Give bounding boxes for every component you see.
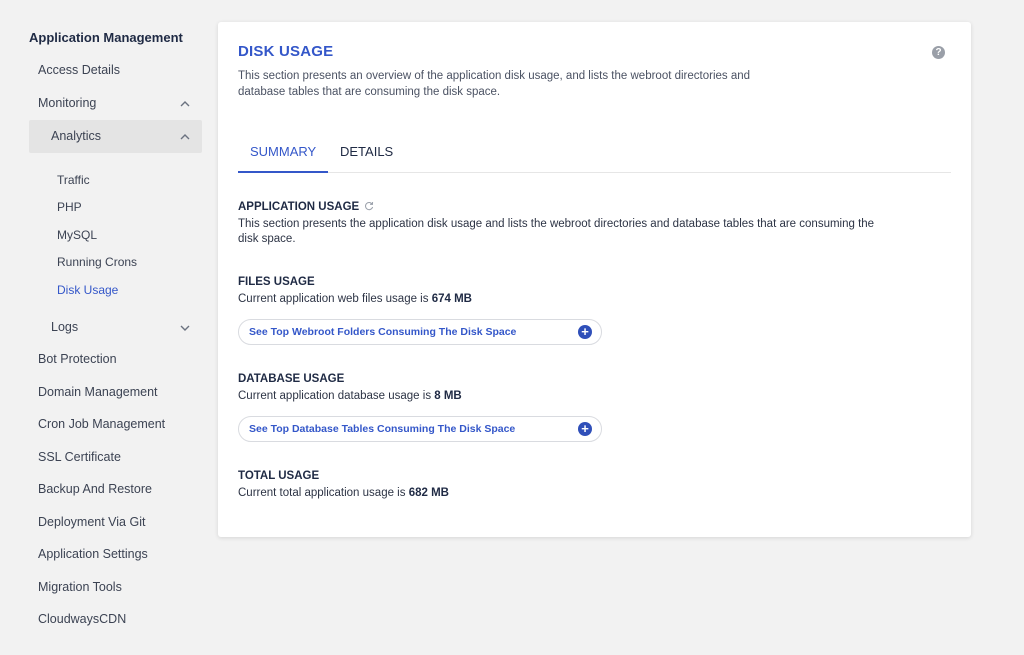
sidebar-item-bot-protection[interactable]: Bot Protection: [38, 352, 117, 366]
files-usage-heading: FILES USAGE: [238, 276, 315, 288]
page-title: DISK USAGE: [238, 43, 334, 60]
sidebar-item-migration-tools[interactable]: Migration Tools: [38, 580, 122, 594]
plus-circle-icon: +: [578, 325, 592, 339]
top-database-tables-button[interactable]: See Top Database Tables Consuming The Di…: [238, 416, 602, 442]
disk-usage-card: DISK USAGE ? This section presents an ov…: [218, 22, 971, 537]
active-tab-indicator: [238, 171, 328, 173]
top-webroot-folders-button[interactable]: See Top Webroot Folders Consuming The Di…: [238, 319, 602, 345]
files-usage-text: Current application web files usage is 6…: [238, 292, 472, 307]
sidebar: Application Management Access Details Mo…: [0, 0, 210, 655]
chevron-up-icon[interactable]: [178, 130, 192, 144]
sidebar-item-deployment-via-git[interactable]: Deployment Via Git: [38, 515, 145, 529]
total-usage-heading: TOTAL USAGE: [238, 470, 320, 482]
total-usage-value: 682 MB: [408, 487, 449, 499]
sidebar-item-domain-management[interactable]: Domain Management: [38, 385, 158, 399]
database-usage-heading: DATABASE USAGE: [238, 373, 345, 385]
chevron-down-icon[interactable]: [178, 321, 192, 335]
application-usage-title: APPLICATION USAGE: [238, 201, 360, 213]
sidebar-item-access-details[interactable]: Access Details: [38, 63, 120, 77]
sidebar-subitem-php[interactable]: PHP: [57, 200, 82, 214]
sidebar-item-application-settings[interactable]: Application Settings: [38, 547, 148, 561]
top-database-tables-label: See Top Database Tables Consuming The Di…: [249, 423, 516, 435]
plus-circle-icon: +: [578, 422, 592, 436]
chevron-up-icon[interactable]: [178, 97, 192, 111]
sidebar-subitem-disk-usage[interactable]: Disk Usage: [57, 283, 118, 297]
sidebar-item-analytics-label[interactable]: Analytics: [51, 129, 101, 143]
tab-bar: SUMMARY DETAILS: [238, 138, 951, 173]
application-usage-text: This section presents the application di…: [238, 218, 875, 245]
total-usage-label: Current total application usage is: [238, 487, 409, 499]
sidebar-item-backup-and-restore[interactable]: Backup And Restore: [38, 482, 152, 496]
top-webroot-folders-label: See Top Webroot Folders Consuming The Di…: [249, 326, 517, 338]
page-description: This section presents an overview of the…: [238, 70, 751, 98]
sidebar-item-ssl-certificate[interactable]: SSL Certificate: [38, 450, 121, 464]
files-usage-value: 674 MB: [431, 293, 472, 305]
sidebar-item-cron-job-management[interactable]: Cron Job Management: [38, 417, 165, 431]
files-usage-label: Current application web files usage is: [238, 293, 432, 305]
sidebar-item-monitoring[interactable]: Monitoring: [38, 96, 96, 110]
sidebar-subitem-running-crons[interactable]: Running Crons: [57, 255, 137, 269]
sidebar-title: Application Management: [29, 30, 183, 45]
help-icon[interactable]: ?: [932, 46, 945, 59]
sidebar-item-cloudwayscdn[interactable]: CloudwaysCDN: [38, 612, 126, 626]
refresh-icon[interactable]: [364, 201, 374, 211]
tab-summary[interactable]: SUMMARY: [250, 144, 316, 171]
sidebar-subitem-mysql[interactable]: MySQL: [57, 228, 97, 242]
database-usage-text: Current application database usage is 8 …: [238, 389, 462, 404]
total-usage-text: Current total application usage is 682 M…: [238, 486, 449, 501]
database-usage-label: Current application database usage is: [238, 390, 435, 402]
database-usage-value: 8 MB: [434, 390, 462, 402]
application-usage-heading: APPLICATION USAGE: [238, 201, 374, 213]
sidebar-subitem-traffic[interactable]: Traffic: [57, 173, 90, 187]
sidebar-item-logs[interactable]: Logs: [51, 320, 78, 334]
tab-details[interactable]: DETAILS: [340, 144, 393, 171]
